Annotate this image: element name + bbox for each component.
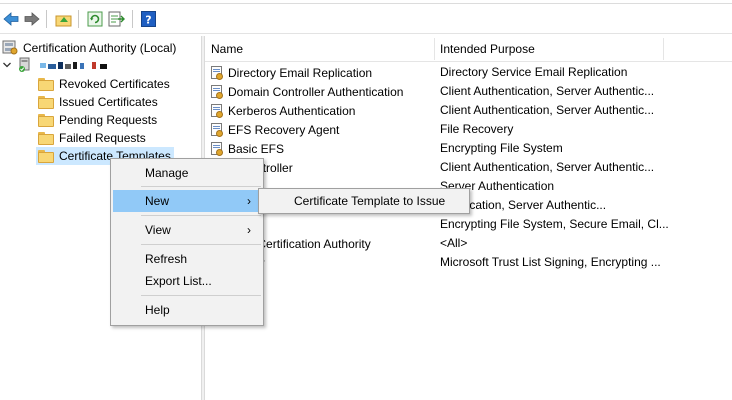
cell-name: Basic EFS: [210, 139, 284, 158]
menu-item-label: Export List...: [145, 274, 212, 288]
folder-icon: [38, 149, 54, 163]
certificate-template-icon: [210, 103, 224, 118]
tree-root-label: Certification Authority (Local): [23, 41, 177, 55]
tree-item-label: Issued Certificates: [59, 95, 158, 109]
certificate-template-icon: [210, 122, 224, 137]
submenu-arrow-icon: ›: [247, 194, 251, 208]
table-row[interactable]: istratorMicrosoft Trust List Signing, En…: [205, 253, 732, 272]
up-folder-icon[interactable]: [54, 10, 72, 28]
menu-separator: [141, 244, 261, 245]
svg-text:?: ?: [145, 14, 151, 27]
toolbar: ?: [0, 0, 732, 34]
menu-item-new[interactable]: New ›: [113, 190, 261, 212]
menu-item-manage[interactable]: Manage: [113, 162, 261, 184]
cell-intended-purpose: Client Authentication, Server Authentic.…: [440, 84, 655, 98]
tree-item[interactable]: Revoked Certificates: [38, 75, 170, 93]
tree-item-label: Pending Requests: [59, 113, 158, 127]
cell-intended-purpose: thentication, Server Authentic...: [440, 198, 607, 212]
folder-icon: [38, 95, 54, 109]
table-row[interactable]: Encrypting File System, Secure Email, Cl…: [205, 215, 732, 234]
table-row[interactable]: in ControllerClient Authentication, Serv…: [205, 158, 732, 177]
tree-item[interactable]: Failed Requests: [38, 129, 146, 147]
refresh-icon[interactable]: [86, 10, 104, 28]
tree-item-label: Revoked Certificates: [59, 77, 170, 91]
folder-icon: [38, 131, 54, 145]
cell-name: EFS Recovery Agent: [210, 120, 339, 139]
table-row[interactable]: EFS Recovery Agent File Recovery: [205, 120, 732, 139]
cell-intended-purpose: Client Authentication, Server Authentic.…: [440, 160, 655, 174]
table-row[interactable]: Domain Controller Authentication Client A…: [205, 82, 732, 101]
cell-name: Directory Email Replication: [210, 63, 372, 82]
tree-item[interactable]: Issued Certificates: [38, 93, 158, 111]
menu-item-label: New: [145, 194, 170, 208]
menu-separator: [141, 295, 261, 296]
cell-intended-purpose: <All>: [440, 236, 468, 250]
cell-intended-purpose: Directory Service Email Replication: [440, 65, 628, 79]
folder-icon: [38, 113, 54, 127]
list-header: Name Intended Purpose: [205, 36, 732, 62]
column-header-name[interactable]: Name: [211, 36, 243, 62]
menu-item-help[interactable]: Help: [113, 299, 261, 321]
cell-intended-purpose: Client Authentication, Server Authentic.…: [440, 103, 655, 117]
menu-item-refresh[interactable]: Refresh: [113, 248, 261, 270]
template-name: Kerberos Authentication: [228, 103, 356, 118]
tree-ca-node[interactable]: [2, 57, 114, 75]
context-menu: Manage New › View › Refresh Export List.…: [110, 158, 264, 326]
help-icon[interactable]: ?: [139, 10, 157, 28]
menu-item-label: Help: [145, 303, 170, 317]
table-row[interactable]: Basic EFS Encrypting File System: [205, 139, 732, 158]
redacted-server-name: [40, 59, 114, 73]
tree-item[interactable]: Pending Requests: [38, 111, 157, 129]
menu-item-export-list[interactable]: Export List...: [113, 270, 261, 292]
cell-intended-purpose: Microsoft Trust List Signing, Encrypting…: [440, 255, 661, 269]
cell-name: Kerberos Authentication: [210, 101, 355, 120]
ca-server-icon: [18, 57, 32, 76]
menu-separator: [141, 186, 261, 187]
submenu-arrow-icon: ›: [247, 223, 251, 237]
tree-item-label: Failed Requests: [59, 131, 146, 145]
new-submenu: Certificate Template to Issue: [258, 188, 470, 214]
menu-item-label: Refresh: [145, 252, 188, 266]
cell-name: Domain Controller Authentication: [210, 82, 403, 101]
table-row[interactable]: Directory Email Replication Directory Ser…: [205, 63, 732, 82]
certificate-template-icon: [210, 141, 224, 156]
toolbar-separator: [132, 10, 133, 28]
menu-item-label: Manage: [145, 166, 189, 180]
certificate-template-icon: [210, 84, 224, 99]
menu-item-view[interactable]: View ›: [113, 219, 261, 241]
column-header-intended-purpose[interactable]: Intended Purpose: [440, 36, 535, 62]
folder-icon: [38, 77, 54, 91]
certificate-template-icon: [210, 65, 224, 80]
tree-root[interactable]: Certification Authority (Local): [2, 39, 176, 57]
template-name: Directory Email Replication: [228, 65, 373, 80]
table-row[interactable]: inate Certification Authority <All>: [205, 234, 732, 253]
cell-intended-purpose: Encrypting File System: [440, 141, 563, 155]
toolbar-separator: [46, 10, 47, 28]
chevron-down-icon[interactable]: [2, 59, 12, 73]
cell-intended-purpose: Encrypting File System, Secure Email, Cl…: [440, 217, 669, 231]
template-name: Domain Controller Authentication: [228, 84, 404, 99]
cell-intended-purpose: Server Authentication: [440, 179, 555, 193]
menu-separator: [141, 215, 261, 216]
menu-item-label: View: [145, 223, 171, 237]
forward-icon[interactable]: [23, 10, 41, 28]
menu-item-label: Certificate Template to Issue: [294, 194, 446, 208]
certification-authority-icon: [2, 39, 18, 58]
details-list: Name Intended Purpose Directory Email Re…: [205, 36, 732, 400]
template-name: EFS Recovery Agent: [228, 122, 340, 137]
column-divider[interactable]: [663, 38, 664, 60]
toolbar-separator: [78, 10, 79, 28]
cell-intended-purpose: File Recovery: [440, 122, 514, 136]
column-divider[interactable]: [434, 38, 435, 60]
menu-bar-edge: [0, 0, 732, 4]
export-icon[interactable]: [107, 10, 125, 28]
back-icon[interactable]: [2, 10, 20, 28]
menu-item-certificate-template-to-issue[interactable]: Certificate Template to Issue: [261, 191, 467, 211]
table-row[interactable]: Kerberos Authentication Client Authentica…: [205, 101, 732, 120]
template-name: Basic EFS: [228, 141, 285, 156]
